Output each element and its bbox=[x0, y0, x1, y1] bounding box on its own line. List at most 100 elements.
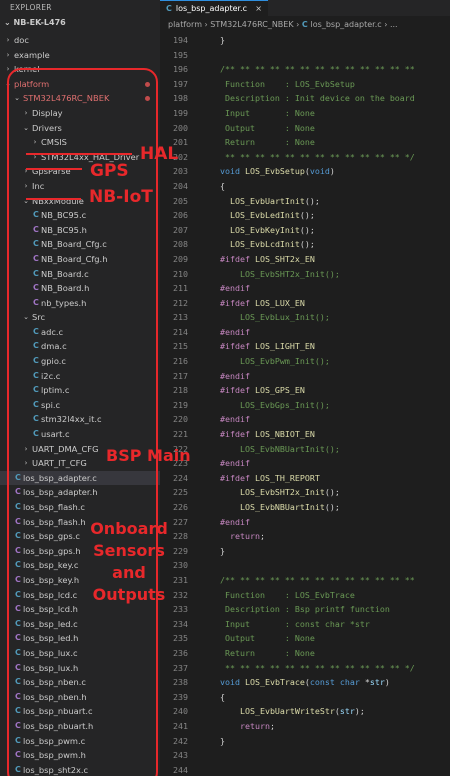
code-line: 234 Input : const char *str bbox=[160, 617, 450, 632]
code-token: ) bbox=[329, 166, 335, 177]
code-token: Return : None bbox=[200, 647, 315, 658]
code-token: str bbox=[369, 677, 385, 688]
code-token: Output : None bbox=[200, 122, 315, 133]
line-number: 221 bbox=[173, 429, 188, 440]
code-token: LOS_LUX_EN bbox=[254, 297, 305, 308]
code-line: 194 } bbox=[160, 33, 450, 48]
line-text: #ifdef LOS_LIGHT_EN bbox=[200, 339, 315, 354]
line-number: 205 bbox=[173, 195, 188, 206]
code-token: (); bbox=[304, 195, 320, 206]
code-token: (); bbox=[299, 239, 315, 250]
code-token: Description : Init device on the board bbox=[200, 93, 415, 104]
line-text: LOS_EvbUartInit(); bbox=[200, 194, 320, 209]
line-number: 240 bbox=[173, 706, 188, 717]
code-line: 225 LOS_EvbSHT2x_Init(); bbox=[160, 485, 450, 500]
line-text: Input : const char *str bbox=[200, 617, 370, 632]
line-number: 209 bbox=[173, 253, 188, 264]
code-token: #endif bbox=[200, 326, 250, 337]
code-line: 206 LOS_EvbLedInit(); bbox=[160, 208, 450, 223]
breadcrumb-separator: › bbox=[381, 20, 390, 29]
line-number: 239 bbox=[173, 691, 188, 702]
editor-pane: Clos_bsp_adapter.c × platform › STM32L47… bbox=[160, 0, 450, 776]
line-text: #ifdef LOS_SHT2x_EN bbox=[200, 252, 315, 267]
line-number: 244 bbox=[173, 764, 188, 775]
code-token: LOS_EvbKeyInit bbox=[229, 224, 300, 235]
code-token: LOS_EvbLcdInit bbox=[229, 239, 300, 250]
breadcrumb-item[interactable]: STM32L476RC_NBEK bbox=[210, 20, 293, 29]
annotation-onboard: Onboard Sensors and Outputs bbox=[88, 518, 170, 606]
line-number: 212 bbox=[173, 297, 188, 308]
line-text: LOS_EvbSHT2x_Init(); bbox=[200, 485, 340, 500]
code-token: #endif bbox=[200, 370, 250, 381]
project-root[interactable]: ⌄ NB-EK-L476 bbox=[0, 16, 160, 30]
code-token: LOS_EvbTrace bbox=[244, 677, 305, 688]
c-file-icon: C bbox=[301, 20, 311, 29]
line-text: } bbox=[200, 544, 225, 559]
line-number: 226 bbox=[173, 502, 188, 512]
code-line: 220 #endif bbox=[160, 412, 450, 427]
line-number: 200 bbox=[173, 122, 188, 133]
breadcrumb-item[interactable]: los_bsp_adapter.c bbox=[311, 20, 382, 29]
code-token: LOS_SHT2x_EN bbox=[254, 253, 315, 264]
breadcrumb-item[interactable]: platform bbox=[168, 20, 202, 29]
code-line: 228 return; bbox=[160, 529, 450, 544]
breadcrumb-separator: › bbox=[293, 20, 302, 29]
code-token: LOS_EvbNBUartInit bbox=[239, 502, 325, 512]
line-text: } bbox=[200, 33, 225, 48]
code-token: LOS_GPS_EN bbox=[254, 385, 305, 396]
line-text: Function : LOS_EvbSetup bbox=[200, 77, 355, 92]
code-token: ** ** ** ** ** ** ** ** ** ** ** ** */ bbox=[200, 662, 415, 673]
code-token: ; bbox=[269, 720, 275, 731]
code-token: #ifdef bbox=[200, 341, 255, 352]
code-line: 236 Return : None bbox=[160, 646, 450, 661]
line-text: LOS_EvbPwm_Init(); bbox=[200, 354, 330, 369]
code-token: LOS_EvbSetup bbox=[244, 166, 305, 177]
explorer-title: EXPLORER bbox=[10, 3, 52, 12]
code-line: 241 return; bbox=[160, 719, 450, 734]
code-token: #ifdef bbox=[200, 472, 255, 483]
folder-example[interactable]: › example bbox=[0, 48, 160, 63]
line-text: LOS_EvbLcdInit(); bbox=[200, 237, 315, 252]
code-token: LOS_TH_REPORT bbox=[254, 472, 320, 483]
code-token: Output : None bbox=[200, 633, 315, 644]
line-text: { bbox=[200, 179, 225, 194]
line-number: 194 bbox=[173, 35, 188, 45]
annotation-onboard-line: Outputs bbox=[92, 585, 166, 604]
code-token: LOS_EvbNBUartInit(); bbox=[200, 443, 340, 454]
line-text: LOS_EvbNBUartInit(); bbox=[200, 500, 340, 515]
line-number: 204 bbox=[173, 180, 188, 191]
code-line: 217 #endif bbox=[160, 369, 450, 384]
code-line: 203 void LOS_EvbSetup(void) bbox=[160, 164, 450, 179]
code-token: LOS_EvbSHT2x_Init bbox=[239, 487, 325, 498]
code-token: /** ** ** ** ** ** ** ** ** ** ** ** ** bbox=[200, 574, 415, 585]
code-token: void bbox=[309, 166, 330, 177]
line-number: 238 bbox=[173, 677, 188, 688]
folder-doc[interactable]: › doc bbox=[0, 33, 160, 48]
line-number: 236 bbox=[173, 647, 188, 658]
line-number: 195 bbox=[173, 49, 188, 60]
code-view[interactable]: 194 } 195 196 /** ** ** ** ** ** ** ** ** … bbox=[160, 33, 450, 776]
line-text: Output : None bbox=[200, 121, 315, 136]
breadcrumb-item[interactable]: ... bbox=[390, 20, 398, 29]
code-line: 208 LOS_EvbLcdInit(); bbox=[160, 237, 450, 252]
line-text: Return : None bbox=[200, 646, 315, 661]
code-token: return bbox=[229, 531, 260, 542]
code-line: 232 Function : LOS_EvbTrace bbox=[160, 588, 450, 603]
code-line: 243 bbox=[160, 748, 450, 763]
code-token: #endif bbox=[200, 414, 250, 425]
code-line: 231 /** ** ** ** ** ** ** ** ** ** ** **… bbox=[160, 573, 450, 588]
code-token: Return : None bbox=[200, 137, 315, 148]
code-line: 215 #ifdef LOS_LIGHT_EN bbox=[160, 339, 450, 354]
code-line: 235 Output : None bbox=[160, 631, 450, 646]
line-text: ** ** ** ** ** ** ** ** ** ** ** ** */ bbox=[200, 661, 415, 676]
code-token: (); bbox=[299, 210, 315, 221]
tab-los-bsp-adapter[interactable]: Clos_bsp_adapter.c × bbox=[160, 0, 268, 16]
code-line: 195 bbox=[160, 48, 450, 63]
close-icon[interactable]: × bbox=[255, 1, 262, 16]
code-token: (); bbox=[324, 502, 340, 512]
code-token: ); bbox=[354, 706, 365, 717]
code-token: } bbox=[200, 735, 225, 746]
